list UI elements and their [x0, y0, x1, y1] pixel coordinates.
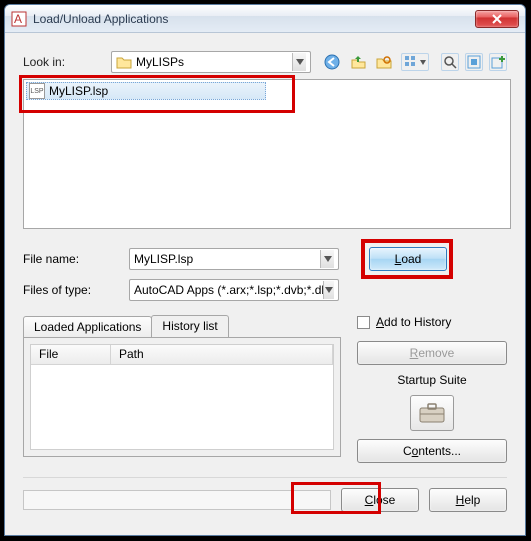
add-to-history-checkbox[interactable]: Add to History [357, 315, 507, 329]
file-item-selected[interactable]: LSP MyLISP.lsp [26, 82, 266, 100]
up-icon[interactable] [349, 53, 367, 71]
contents-label-pre: C [403, 444, 412, 458]
contents-label-post: ntents... [418, 444, 461, 458]
close-button[interactable]: Close [341, 488, 419, 512]
help-label-rest: elp [464, 493, 480, 507]
filetype-label: Files of type: [23, 283, 123, 297]
tools-icon[interactable] [465, 53, 483, 71]
close-label-rest: lose [373, 493, 395, 507]
look-in-row: Look in: MyLISPs [23, 51, 507, 73]
tab-loaded-applications[interactable]: Loaded Applications [23, 316, 152, 338]
help-button[interactable]: Help [429, 488, 507, 512]
nav-toolbar [323, 53, 429, 71]
tab-label: History list [162, 319, 217, 333]
remove-button[interactable]: Remove [357, 341, 507, 365]
add-icon[interactable] [489, 53, 507, 71]
find-file-icon[interactable] [441, 53, 459, 71]
contents-button[interactable]: Contents... [357, 439, 507, 463]
tab-body: File Path [23, 337, 341, 457]
tabs-area: Loaded Applications History list File Pa… [23, 315, 341, 457]
startup-suite-button[interactable] [410, 395, 454, 431]
look-in-combo[interactable]: MyLISPs [111, 51, 311, 73]
tab-strip: Loaded Applications History list [23, 315, 341, 337]
footer: Close Help [23, 477, 507, 512]
filetype-value: AutoCAD Apps (*.arx;*.lsp;*.dvb;*.dbx;*.… [134, 283, 323, 297]
dropdown-arrow-icon[interactable] [323, 281, 334, 299]
load-button[interactable]: Load [369, 247, 447, 271]
filename-input[interactable]: MyLISP.lsp [129, 248, 339, 270]
views-icon[interactable] [401, 53, 429, 71]
checkbox-box[interactable] [357, 316, 370, 329]
chk-label-rest: dd to History [384, 315, 451, 329]
filetype-row: Files of type: AutoCAD Apps (*.arx;*.lsp… [23, 279, 507, 301]
file-item-name: MyLISP.lsp [49, 84, 108, 98]
lsp-file-icon: LSP [29, 83, 45, 99]
app-icon: A [11, 11, 27, 27]
folder-icon [116, 54, 132, 70]
history-grid[interactable]: File Path [30, 344, 334, 450]
look-in-label: Look in: [23, 55, 105, 69]
load-label-rest: oad [401, 252, 421, 266]
back-icon[interactable] [323, 53, 341, 71]
filename-row: File name: MyLISP.lsp Load [23, 247, 507, 271]
svg-text:A: A [14, 12, 22, 26]
side-column: Add to History Remove Startup Suite Cont… [357, 315, 507, 463]
file-picker: LSP MyLISP.lsp [23, 79, 507, 229]
filename-value: MyLISP.lsp [134, 252, 193, 266]
right-toolbar [441, 53, 507, 71]
tab-history-list[interactable]: History list [151, 315, 228, 337]
col-file[interactable]: File [31, 345, 111, 365]
filename-label: File name: [23, 252, 123, 266]
dropdown-arrow-icon[interactable] [320, 250, 334, 268]
dialog-window: A Load/Unload Applications Look in: MyLI… [4, 4, 526, 536]
status-bar [23, 490, 331, 510]
col-path[interactable]: Path [111, 345, 333, 365]
title-text: Load/Unload Applications [33, 12, 475, 26]
mnemonic: A [376, 315, 384, 329]
mnemonic: R [410, 346, 419, 360]
dialog-body: Look in: MyLISPs [5, 33, 525, 522]
window-close-button[interactable] [475, 10, 519, 28]
look-in-value: MyLISPs [136, 55, 288, 69]
tab-label: Loaded Applications [34, 320, 141, 334]
remove-label-rest: emove [418, 346, 454, 360]
dropdown-arrow-icon[interactable] [292, 53, 306, 71]
grid-header: File Path [31, 345, 333, 365]
search-folder-icon[interactable] [375, 53, 393, 71]
briefcase-icon [418, 402, 446, 424]
startup-suite-label: Startup Suite [357, 373, 507, 387]
lower-panel: Loaded Applications History list File Pa… [23, 315, 507, 463]
titlebar[interactable]: A Load/Unload Applications [5, 5, 525, 33]
filetype-combo[interactable]: AutoCAD Apps (*.arx;*.lsp;*.dvb;*.dbx;*.… [129, 279, 339, 301]
file-list[interactable]: LSP MyLISP.lsp [23, 79, 511, 229]
